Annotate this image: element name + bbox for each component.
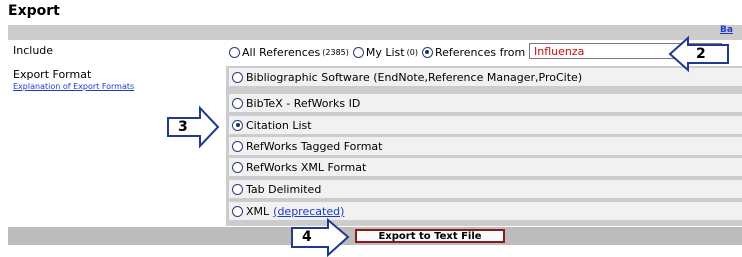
format-option-tab-delimited[interactable]: Tab Delimited	[229, 180, 742, 198]
format-label: RefWorks XML Format	[246, 160, 367, 174]
format-radio[interactable]	[232, 205, 243, 217]
format-label: XML	[246, 204, 270, 218]
callout-number-4: 4	[302, 229, 312, 245]
callout-arrow-2: 2	[668, 34, 734, 74]
format-radio[interactable]	[232, 71, 243, 83]
format-label: RefWorks Tagged Format	[246, 139, 383, 153]
include-mylist-option[interactable]: My List (0)	[352, 45, 418, 59]
format-option-bibtex[interactable]: BibTeX - RefWorks ID	[229, 94, 742, 112]
include-folder-label: References from	[434, 45, 526, 59]
export-to-text-file-button[interactable]: Export to Text File	[355, 229, 505, 243]
include-all-count: (2385)	[322, 47, 349, 57]
format-option-citation-list[interactable]: Citation List	[229, 116, 742, 134]
include-mylist-radio[interactable]	[352, 46, 364, 58]
include-all-label: All References	[242, 45, 321, 59]
include-mylist-count: (0)	[406, 47, 418, 57]
explanation-formats-link[interactable]: Explanation of Export Formats	[13, 82, 134, 91]
include-options: All References (2385) My List (0) Refere…	[229, 44, 529, 60]
format-label: Citation List	[246, 118, 312, 132]
callout-arrow-4: 4	[288, 218, 350, 257]
format-option-bibliographic[interactable]: Bibliographic Software (EndNote,Referenc…	[229, 68, 742, 86]
include-folder-radio[interactable]	[421, 46, 433, 58]
format-radio[interactable]	[232, 140, 243, 152]
format-radio[interactable]	[232, 97, 243, 109]
include-folder-option[interactable]: References from	[421, 45, 526, 59]
callout-number-3: 3	[178, 119, 188, 135]
format-label: BibTeX - RefWorks ID	[246, 96, 361, 110]
include-mylist-label: My List	[365, 45, 405, 59]
format-radio[interactable]	[232, 183, 243, 195]
format-radio[interactable]	[232, 119, 243, 131]
format-label: Bibliographic Software (EndNote,Referenc…	[246, 70, 583, 84]
include-all-radio[interactable]	[229, 46, 240, 58]
callout-arrow-3: 3	[164, 104, 220, 150]
format-label: Tab Delimited	[246, 182, 322, 196]
header-bar	[8, 25, 742, 40]
format-radio[interactable]	[232, 161, 243, 173]
page-title: Export	[8, 3, 60, 19]
format-option-refworks-tagged[interactable]: RefWorks Tagged Format	[229, 137, 742, 155]
export-format-label: Export Format	[13, 68, 92, 81]
callout-number-2: 2	[696, 46, 706, 62]
deprecated-link[interactable]: (deprecated)	[273, 205, 344, 218]
include-label: Include	[13, 44, 54, 57]
include-all-option[interactable]: All References (2385)	[229, 46, 349, 59]
format-option-refworks-xml[interactable]: RefWorks XML Format	[229, 158, 742, 176]
